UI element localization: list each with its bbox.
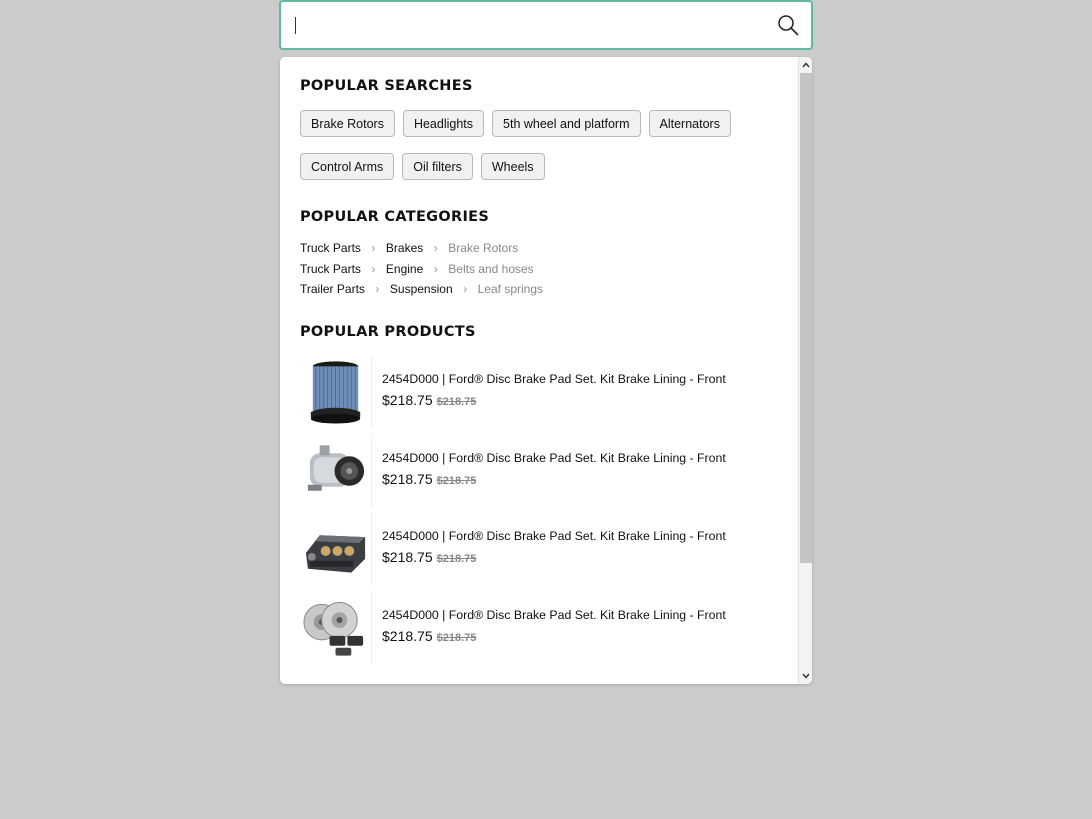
- product-old-price: $218.75: [436, 475, 477, 487]
- dropdown-scrollbar[interactable]: [798, 57, 812, 684]
- product-price: $218.75: [382, 628, 433, 644]
- popular-products-title: POPULAR PRODUCTS: [300, 324, 476, 340]
- chevron-right-icon: ›: [463, 282, 468, 296]
- price-row: $218.75 $218.75: [382, 549, 476, 565]
- popular-searches-title: POPULAR SEARCHES: [300, 78, 473, 94]
- category-link[interactable]: Suspension: [390, 282, 453, 296]
- brake-rotors-image: [303, 592, 372, 664]
- product-price: $218.75: [382, 471, 433, 487]
- price-row: $218.75 $218.75: [382, 392, 476, 408]
- search-icon[interactable]: [777, 14, 799, 36]
- popular-searches-row-1: Brake Rotors Headlights 5th wheel and pl…: [300, 110, 731, 137]
- popular-categories-title: POPULAR CATEGORIES: [300, 209, 490, 225]
- search-chip[interactable]: Headlights: [402, 110, 485, 137]
- popular-searches-row-2: Control Arms Oil filters Wheels: [300, 153, 545, 180]
- product-old-price: $218.75: [436, 553, 477, 565]
- product-item[interactable]: 2454D000 | Ford® Disc Brake Pad Set. Kit…: [300, 592, 780, 664]
- scrollbar-thumb[interactable]: [800, 73, 812, 563]
- chevron-right-icon: ›: [433, 241, 438, 255]
- search-chip[interactable]: Oil filters: [402, 153, 473, 180]
- product-item[interactable]: 2454D000 | Ford® Disc Brake Pad Set. Kit…: [300, 513, 780, 585]
- chevron-right-icon: ›: [433, 262, 438, 276]
- text-cursor: [295, 17, 296, 34]
- product-title[interactable]: 2454D000 | Ford® Disc Brake Pad Set. Kit…: [382, 529, 726, 543]
- product-title[interactable]: 2454D000 | Ford® Disc Brake Pad Set. Kit…: [382, 608, 726, 622]
- category-link[interactable]: Truck Parts: [300, 262, 361, 276]
- category-breadcrumb: Truck Parts › Engine › Belts and hoses: [300, 262, 534, 276]
- product-title[interactable]: 2454D000 | Ford® Disc Brake Pad Set. Kit…: [382, 451, 726, 465]
- product-item[interactable]: 2454D000 | Ford® Disc Brake Pad Set. Kit…: [300, 435, 780, 507]
- category-link[interactable]: Belts and hoses: [448, 262, 533, 276]
- search-chip[interactable]: 5th wheel and platform: [492, 110, 641, 137]
- product-price: $218.75: [382, 549, 433, 565]
- chevron-right-icon: ›: [371, 241, 376, 255]
- category-link[interactable]: Trailer Parts: [300, 282, 365, 296]
- chevron-right-icon: ›: [371, 262, 376, 276]
- chevron-down-icon[interactable]: [799, 669, 812, 683]
- air-filter-image: [310, 356, 372, 428]
- ac-compressor-image: [307, 435, 372, 507]
- search-chip[interactable]: Alternators: [648, 110, 731, 137]
- search-chip[interactable]: Control Arms: [300, 153, 395, 180]
- product-price: $218.75: [382, 392, 433, 408]
- search-input[interactable]: [279, 0, 813, 50]
- category-link[interactable]: Brake Rotors: [448, 241, 518, 255]
- category-link[interactable]: Brakes: [386, 241, 423, 255]
- product-item[interactable]: 2454D000 | Ford® Disc Brake Pad Set. Kit…: [300, 356, 780, 428]
- engine-block-image: [305, 513, 372, 585]
- product-old-price: $218.75: [436, 632, 477, 644]
- price-row: $218.75 $218.75: [382, 471, 476, 487]
- category-breadcrumb: Truck Parts › Brakes › Brake Rotors: [300, 241, 518, 255]
- category-link[interactable]: Engine: [386, 262, 423, 276]
- chevron-up-icon[interactable]: [799, 58, 812, 72]
- product-title[interactable]: 2454D000 | Ford® Disc Brake Pad Set. Kit…: [382, 372, 726, 386]
- category-link[interactable]: Truck Parts: [300, 241, 361, 255]
- search-chip[interactable]: Brake Rotors: [300, 110, 395, 137]
- category-link[interactable]: Leaf springs: [478, 282, 543, 296]
- price-row: $218.75 $218.75: [382, 628, 476, 644]
- search-suggestions-dropdown: POPULAR SEARCHES Brake Rotors Headlights…: [280, 57, 812, 684]
- search-chip[interactable]: Wheels: [480, 153, 545, 180]
- product-old-price: $218.75: [436, 396, 477, 408]
- category-breadcrumb: Trailer Parts › Suspension › Leaf spring…: [300, 282, 543, 296]
- chevron-right-icon: ›: [375, 282, 380, 296]
